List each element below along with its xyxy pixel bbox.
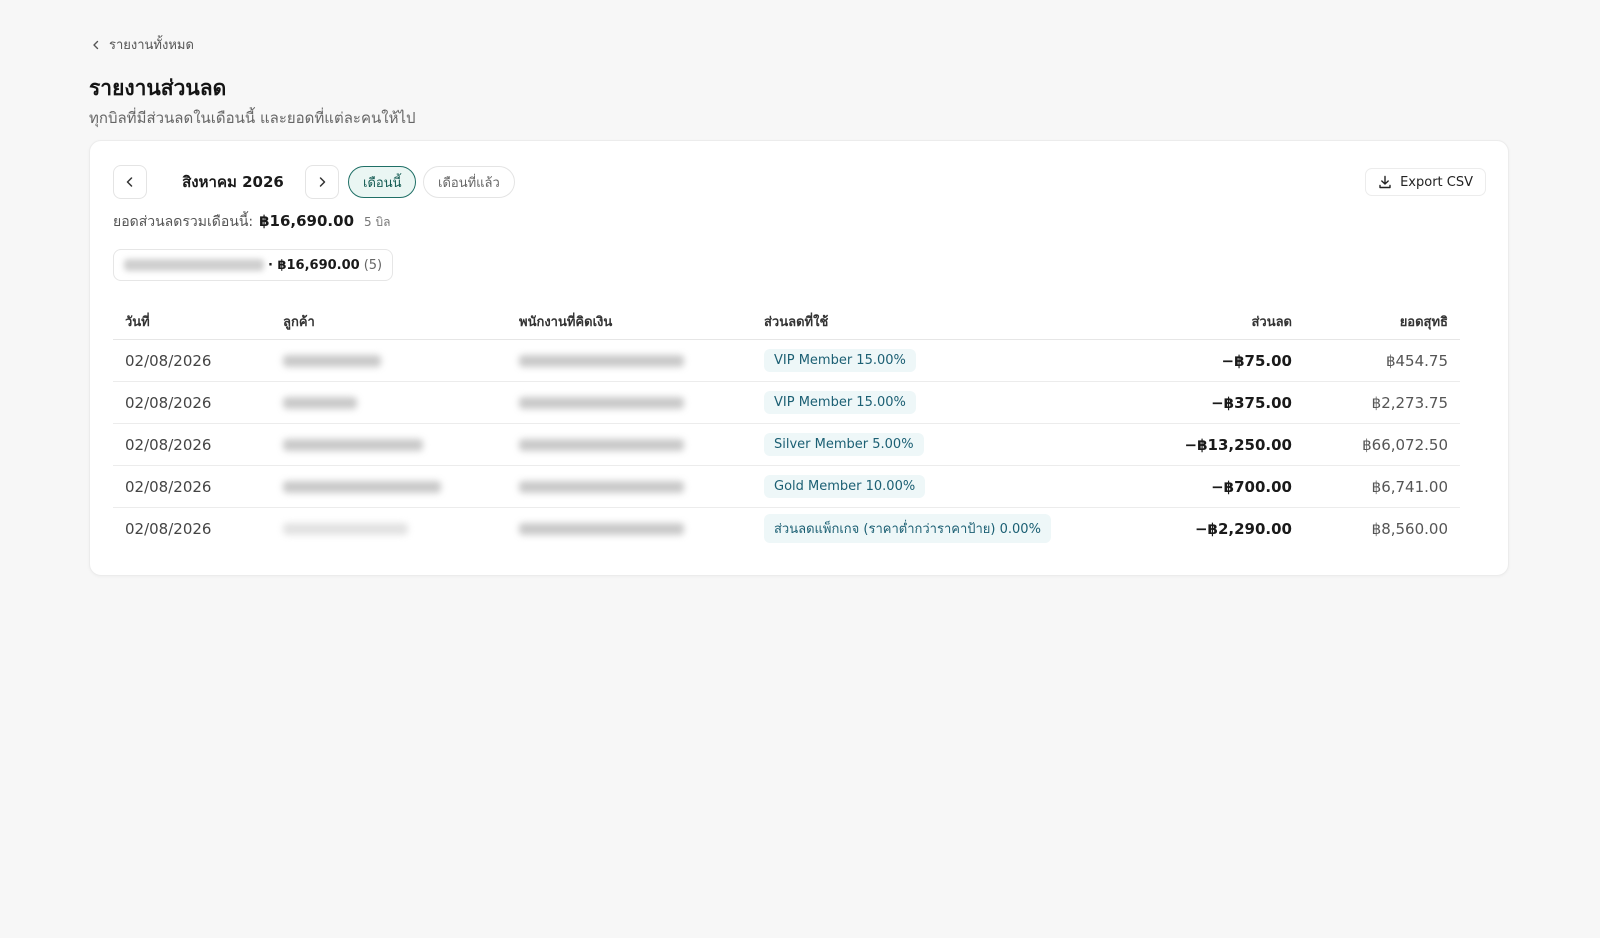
row-discount: −฿700.00 bbox=[1152, 465, 1304, 508]
col-header-net: ยอดสุทธิ bbox=[1304, 303, 1460, 340]
export-label: Export CSV bbox=[1400, 174, 1473, 190]
table-row[interactable]: 02/08/2026 ส่วนลดแพ็กเกจ (ราคาต่ำกว่าราค… bbox=[113, 508, 1460, 550]
row-discount-used: VIP Member 15.00% bbox=[752, 381, 1152, 424]
row-cashier bbox=[507, 508, 752, 550]
row-discount-used: Silver Member 5.00% bbox=[752, 423, 1152, 466]
summary-count: 5 บิล bbox=[364, 215, 391, 229]
row-date: 02/08/2026 bbox=[125, 519, 212, 538]
row-cashier bbox=[507, 339, 752, 382]
discount-badge: VIP Member 15.00% bbox=[764, 349, 916, 372]
page-subtitle: ทุกบิลที่มีส่วนลดในเดือนนี้ และยอดที่แต่… bbox=[89, 109, 416, 127]
col-header-customer: ลูกค้า bbox=[271, 303, 507, 340]
table-row[interactable]: 02/08/2026 VIP Member 15.00% −฿375.00 ฿2… bbox=[113, 381, 1460, 424]
row-cashier bbox=[507, 381, 752, 424]
month-label: สิงหาคม 2026 bbox=[182, 173, 284, 191]
redacted-cashier-name bbox=[124, 259, 264, 271]
row-customer bbox=[271, 508, 507, 550]
table-row[interactable]: 02/08/2026 VIP Member 15.00% −฿75.00 ฿45… bbox=[113, 339, 1460, 382]
row-net: ฿6,741.00 bbox=[1304, 465, 1460, 508]
row-net: ฿2,273.75 bbox=[1304, 381, 1460, 424]
row-date: 02/08/2026 bbox=[113, 339, 271, 382]
summary-label: ยอดส่วนลดรวมเดือนนี้: bbox=[113, 214, 254, 230]
last-month-button[interactable]: เดือนที่แล้ว bbox=[423, 166, 515, 198]
download-icon bbox=[1379, 175, 1391, 189]
row-customer bbox=[271, 381, 507, 424]
row-net: ฿66,072.50 bbox=[1304, 423, 1460, 466]
chip-amount: · ฿16,690.00 bbox=[268, 257, 360, 273]
table-row[interactable]: 02/08/2026 Gold Member 10.00% −฿700.00 ฿… bbox=[113, 465, 1460, 508]
breadcrumb[interactable]: รายงานทั้งหมด bbox=[91, 34, 194, 55]
row-cashier bbox=[507, 423, 752, 466]
discount-badge: Silver Member 5.00% bbox=[764, 433, 924, 456]
summary-amount: ฿16,690.00 bbox=[259, 212, 355, 230]
next-month-button[interactable] bbox=[305, 165, 339, 199]
row-discount-used: VIP Member 15.00% bbox=[752, 339, 1152, 382]
row-date: 02/08/2026 bbox=[113, 381, 271, 424]
table-header-row: วันที่ ลูกค้า พนักงานที่คิดเงิน ส่วนลดที… bbox=[113, 303, 1460, 340]
page-title: รายงานส่วนลด bbox=[89, 76, 227, 100]
row-discount-used: ส่วนลดแพ็กเกจ (ราคาต่ำกว่าราคาป้าย) 0.00… bbox=[752, 508, 1152, 550]
row-discount: −฿2,290.00 bbox=[1194, 519, 1292, 538]
prev-month-button[interactable] bbox=[113, 165, 147, 199]
table-row[interactable]: 02/08/2026 Silver Member 5.00% −฿13,250.… bbox=[113, 423, 1460, 466]
chip-count: (5) bbox=[363, 257, 383, 273]
discount-badge: Gold Member 10.00% bbox=[764, 475, 926, 498]
row-customer bbox=[271, 423, 507, 466]
row-cashier bbox=[507, 465, 752, 508]
row-discount: −฿75.00 bbox=[1152, 339, 1304, 382]
chevron-left-icon bbox=[126, 177, 133, 187]
col-header-cashier: พนักงานที่คิดเงิน bbox=[507, 303, 752, 340]
row-customer bbox=[271, 339, 507, 382]
discount-summary: ยอดส่วนลดรวมเดือนนี้: ฿16,690.00 5 บิล bbox=[113, 211, 390, 233]
toolbar: สิงหาคม 2026 เดือนนี้ เดือนที่แล้ว Expor… bbox=[113, 165, 1486, 199]
col-header-discount-used: ส่วนลดที่ใช้ bbox=[752, 303, 1152, 340]
chevron-left-icon bbox=[93, 40, 99, 49]
report-card: สิงหาคม 2026 เดือนนี้ เดือนที่แล้ว Expor… bbox=[89, 140, 1509, 576]
this-month-button[interactable]: เดือนนี้ bbox=[348, 166, 417, 198]
row-date: 02/08/2026 bbox=[113, 465, 271, 508]
row-discount-used: Gold Member 10.00% bbox=[752, 465, 1152, 508]
row-discount: −฿375.00 bbox=[1152, 381, 1304, 424]
col-header-discount: ส่วนลด bbox=[1152, 303, 1304, 340]
chevron-right-icon bbox=[319, 177, 326, 187]
row-date: 02/08/2026 bbox=[113, 423, 271, 466]
row-discount: −฿13,250.00 bbox=[1152, 423, 1304, 466]
row-customer bbox=[271, 465, 507, 508]
discount-badge: VIP Member 15.00% bbox=[764, 391, 916, 414]
export-csv-button[interactable]: Export CSV bbox=[1365, 168, 1486, 196]
col-header-date: วันที่ bbox=[113, 303, 271, 340]
breadcrumb-label[interactable]: รายงานทั้งหมด bbox=[109, 34, 194, 55]
cashier-total-chip[interactable]: · ฿16,690.00 (5) bbox=[113, 249, 394, 281]
row-net: ฿8,560.00 bbox=[1371, 519, 1448, 538]
discount-table: วันที่ ลูกค้า พนักงานที่คิดเงิน ส่วนลดที… bbox=[113, 303, 1460, 549]
discount-badge: ส่วนลดแพ็กเกจ (ราคาต่ำกว่าราคาป้าย) 0.00… bbox=[764, 514, 1051, 543]
row-net: ฿454.75 bbox=[1304, 339, 1460, 382]
